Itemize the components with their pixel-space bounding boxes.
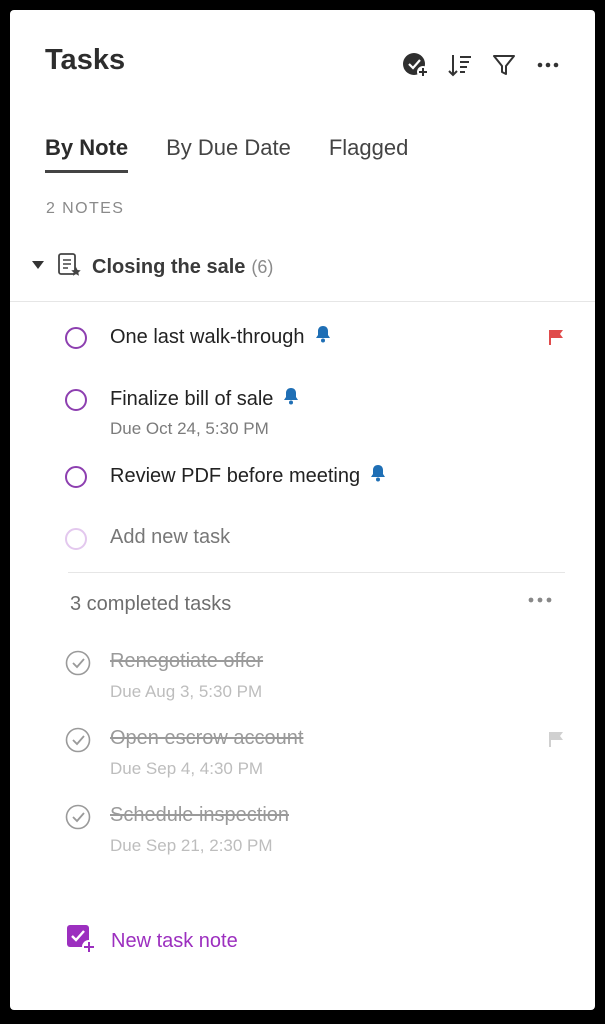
task-title-container[interactable]: Review PDF before meeting bbox=[110, 464, 386, 488]
completed-tasks-header[interactable]: 3 completed tasks bbox=[70, 593, 231, 616]
completed-check-icon[interactable] bbox=[65, 727, 91, 753]
filter-icon[interactable] bbox=[489, 50, 519, 80]
reminder-bell-icon bbox=[283, 387, 299, 411]
tab-by-due-date[interactable]: By Due Date bbox=[166, 135, 291, 173]
note-group-header[interactable]: Closing the sale (6) bbox=[30, 252, 273, 283]
task-title: Review PDF before meeting bbox=[110, 464, 361, 487]
flag-icon[interactable] bbox=[547, 328, 565, 351]
note-group-count: (6) bbox=[251, 257, 274, 277]
completed-check-icon[interactable] bbox=[65, 650, 91, 676]
task-due-date: Due Sep 4, 4:30 PM bbox=[110, 759, 264, 778]
new-task-note-icon bbox=[65, 923, 97, 960]
view-tabs: By Note By Due Date Flagged bbox=[45, 135, 408, 173]
note-task-icon bbox=[56, 252, 82, 283]
new-task-note-label: New task note bbox=[111, 930, 238, 952]
tab-flagged[interactable]: Flagged bbox=[329, 135, 409, 173]
task-title: One last walk-through bbox=[110, 325, 305, 348]
note-group-title: Closing the sale bbox=[92, 256, 246, 278]
toolbar bbox=[401, 50, 563, 80]
task-check-add-icon[interactable] bbox=[401, 50, 431, 80]
task-title-container[interactable]: Finalize bill of sale bbox=[110, 387, 299, 411]
add-task-circle bbox=[65, 528, 87, 550]
task-due-date: Due Aug 3, 5:30 PM bbox=[110, 682, 263, 701]
tasks-panel: Tasks By Note By Due Date Flagged 2 NOTE… bbox=[10, 10, 595, 1010]
task-title[interactable]: Renegotiate offer bbox=[110, 650, 263, 673]
task-title: Finalize bill of sale bbox=[110, 387, 274, 410]
completed-check-icon[interactable] bbox=[65, 804, 91, 830]
task-checkbox[interactable] bbox=[65, 466, 87, 488]
page-title: Tasks bbox=[45, 44, 126, 76]
task-title[interactable]: Open escrow account bbox=[110, 727, 303, 750]
notes-count-label: 2 NOTES bbox=[46, 200, 125, 217]
task-checkbox[interactable] bbox=[65, 327, 87, 349]
task-due-date: Due Oct 24, 5:30 PM bbox=[110, 419, 269, 438]
divider bbox=[10, 301, 595, 302]
task-title-container[interactable]: One last walk-through bbox=[110, 325, 331, 349]
flag-icon[interactable] bbox=[547, 730, 565, 753]
divider bbox=[68, 572, 565, 573]
reminder-bell-icon bbox=[315, 325, 331, 349]
completed-more-icon[interactable] bbox=[527, 593, 553, 611]
sort-icon[interactable] bbox=[445, 50, 475, 80]
new-task-note-button[interactable]: New task note bbox=[65, 923, 238, 960]
add-task-input[interactable]: Add new task bbox=[110, 526, 230, 549]
task-due-date: Due Sep 21, 2:30 PM bbox=[110, 836, 273, 855]
task-title[interactable]: Schedule inspection bbox=[110, 804, 289, 827]
tab-by-note[interactable]: By Note bbox=[45, 135, 129, 173]
more-icon[interactable] bbox=[533, 50, 563, 80]
task-checkbox[interactable] bbox=[65, 389, 87, 411]
reminder-bell-icon bbox=[370, 464, 386, 488]
collapse-triangle-icon[interactable] bbox=[30, 257, 46, 278]
